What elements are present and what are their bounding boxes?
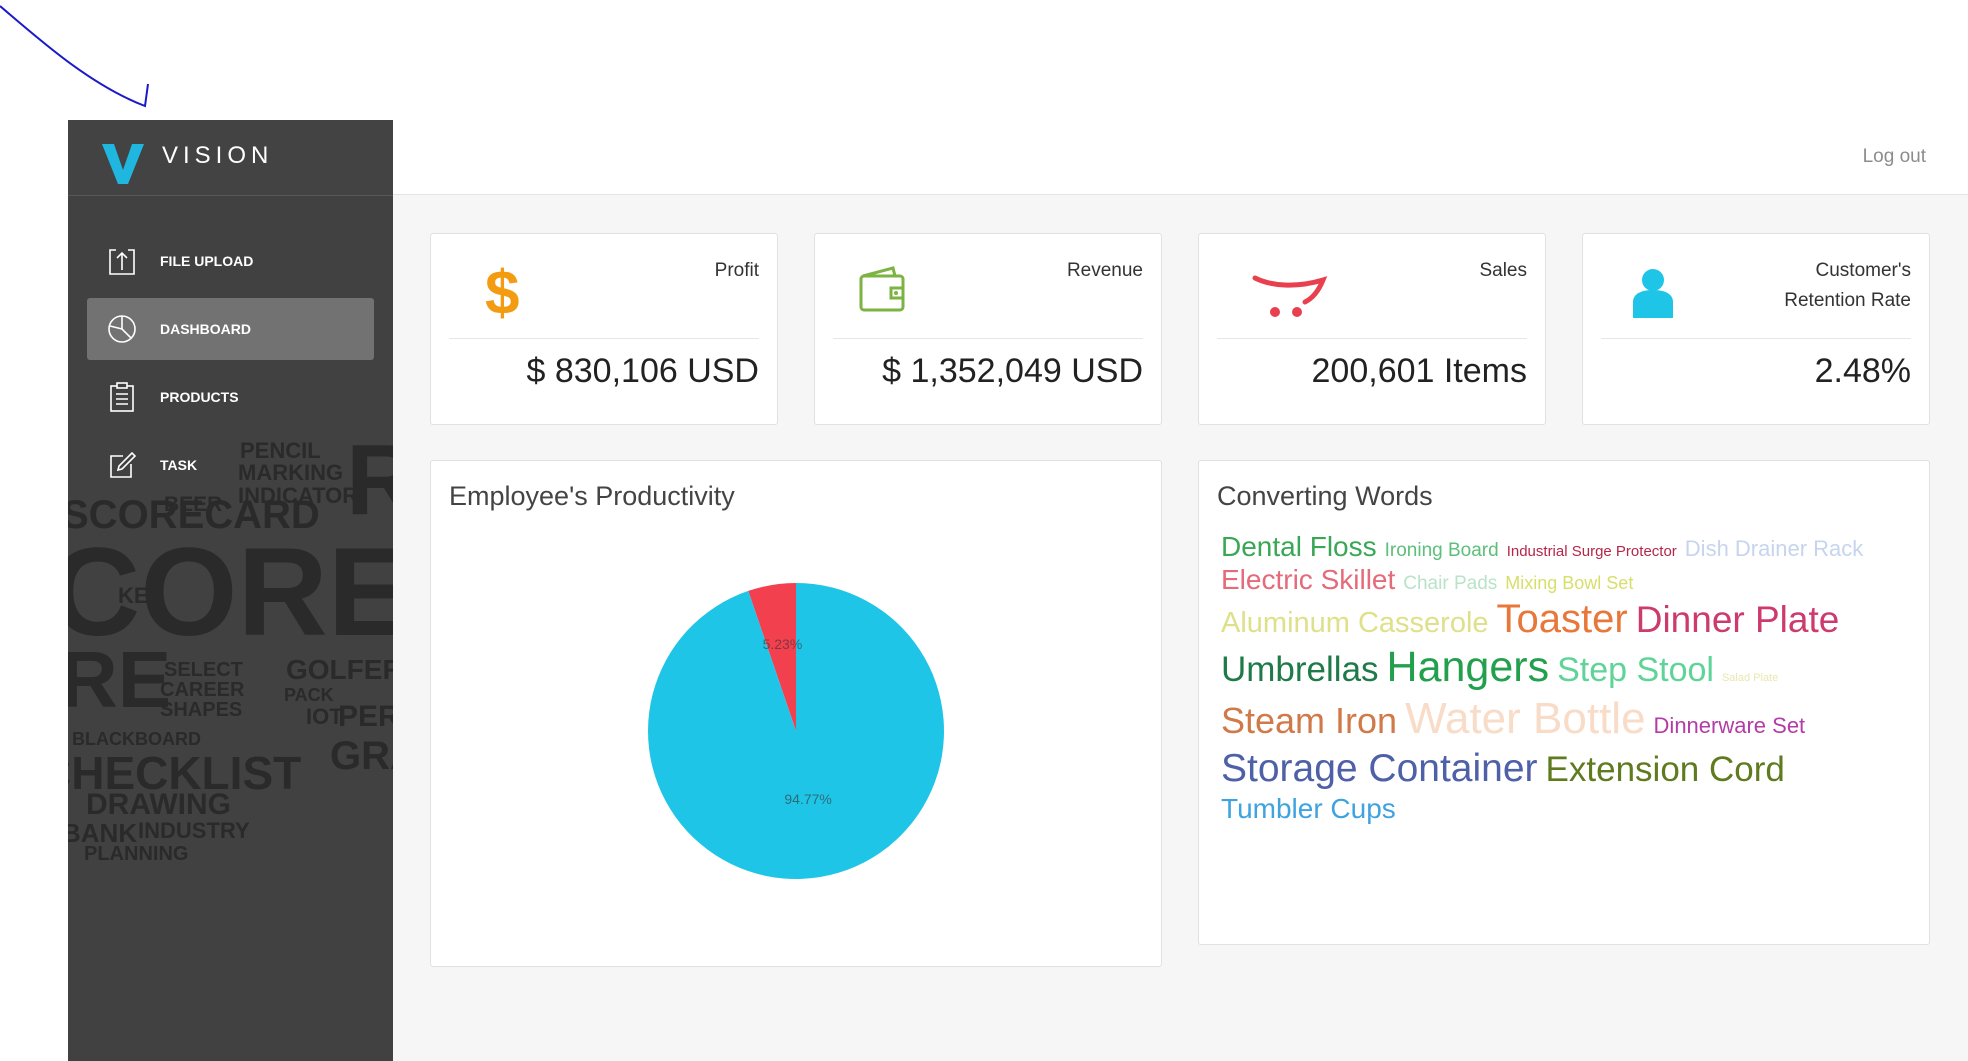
word-cloud-word: Steam Iron (1221, 700, 1398, 741)
stat-label-line: Customer's (1815, 260, 1911, 281)
stat-divider (1217, 338, 1527, 339)
stat-value: 2.48% (1814, 352, 1911, 390)
sidebar-item-file-upload[interactable]: FILE UPLOAD (87, 230, 374, 292)
sidebar-fade (68, 900, 393, 1061)
top-bar: Log out (393, 120, 1968, 195)
productivity-pie-chart: 5.23% 94.77% (648, 583, 944, 879)
stat-divider (1601, 338, 1911, 339)
word-cloud-word: Dish Drainer Rack (1684, 536, 1864, 561)
word-cloud-word: Water Bottle (1405, 694, 1646, 743)
word-cloud-word: Industrial Surge Protector (1506, 543, 1677, 560)
word-cloud-word: Hangers (1386, 643, 1550, 691)
word-cloud-row: Tumbler Cups (1221, 795, 1901, 828)
stat-value: 200,601 Items (1311, 352, 1527, 390)
word-cloud-row: Electric Skillet Chair Pads Mixing Bowl Se… (1221, 566, 1901, 599)
word-cloud-word: Ironing Board (1384, 540, 1499, 561)
sidebar-item-label: PRODUCTS (160, 389, 239, 405)
upload-icon (109, 249, 135, 275)
stat-card-profit: $ Profit $ 830,106 USD (430, 233, 778, 425)
stat-divider (449, 338, 759, 339)
stat-label: Revenue (1066, 260, 1143, 281)
sidebar-item-products[interactable]: PRODUCTS (87, 366, 374, 428)
word-cloud-word: Dinnerware Set (1653, 713, 1806, 738)
collage-word: SHAPES (160, 699, 243, 721)
collage-word: GRAD (330, 734, 393, 778)
collage-word: KEY (118, 583, 164, 608)
word-cloud-row: Umbrellas Hangers Step Stool Salad Plate (1221, 646, 1901, 697)
word-cloud-row: Steam Iron Water Bottle Dinnerware Set (1221, 697, 1901, 749)
word-cloud-word: Extension Cord (1545, 750, 1785, 789)
pie-chart-icon (108, 315, 136, 343)
collage-word: SELECT (164, 659, 243, 681)
sidebar-item-dashboard[interactable]: DASHBOARD (87, 298, 374, 360)
svg-text:$: $ (485, 262, 519, 322)
word-cloud-word: Umbrellas (1221, 650, 1379, 689)
brand-header[interactable]: VISION (68, 120, 393, 196)
collage-word: PERS (338, 700, 393, 733)
stat-label: Profit (714, 260, 759, 281)
sidebar-item-label: FILE UPLOAD (160, 253, 254, 269)
collage-word: CAREER (160, 679, 245, 701)
word-cloud: Dental Floss Ironing Board Industrial Surg… (1221, 533, 1901, 828)
sidebar-nav: FILE UPLOAD DASHBOARD PRODUCTS TASK (68, 230, 393, 502)
word-cloud-word: Tumbler Cups (1221, 793, 1396, 824)
stat-label: Sales (1479, 260, 1527, 281)
sidebar: VISION SCORECARD CORE PENCIL MARKING IND… (68, 120, 393, 1061)
word-cloud-word: Step Stool (1557, 651, 1714, 689)
stat-card-retention: Customer's Retention Rate 2.48% (1582, 233, 1930, 425)
word-cloud-word: Aluminum Casserole (1221, 607, 1489, 639)
collage-word: BLACKBOARD (72, 729, 201, 749)
sidebar-item-label: DASHBOARD (160, 321, 251, 337)
panel-title: Converting Words (1217, 481, 1433, 511)
panel-title: Employee's Productivity (449, 481, 735, 511)
logout-link[interactable]: Log out (1863, 146, 1926, 168)
wallet-icon (859, 266, 905, 312)
pen-annotation-stroke (0, 5, 149, 108)
word-cloud-word: Salad Plate (1721, 672, 1779, 684)
pie-slice-label: 94.77% (784, 791, 831, 807)
collage-word: INDUSTRY (138, 818, 250, 843)
word-cloud-word: Dental Floss (1221, 531, 1377, 562)
stat-card-revenue: Revenue $ 1,352,049 USD (814, 233, 1162, 425)
stat-label-line: Retention Rate (1784, 290, 1911, 311)
word-cloud-word: Electric Skillet (1221, 564, 1396, 595)
dollar-icon: $ (485, 262, 519, 322)
user-icon (1633, 269, 1673, 318)
cart-icon (1252, 275, 1328, 317)
word-cloud-row: Dental Floss Ironing Board Industrial Surg… (1221, 533, 1901, 566)
word-cloud-word: Mixing Bowl Set (1505, 573, 1634, 593)
stat-label: Customer's Retention Rate (1784, 256, 1911, 316)
stat-value: $ 1,352,049 USD (882, 352, 1143, 390)
collage-word: PLANNING (84, 843, 189, 865)
vision-logo-icon (102, 144, 144, 184)
brand-name: VISION (162, 142, 274, 169)
word-cloud-row: Storage Container Extension Cord (1221, 749, 1901, 795)
collage-word: DRAWING (86, 788, 231, 821)
collage-word: GOLFERS (286, 654, 393, 685)
word-cloud-row: Aluminum Casserole Toaster Dinner Plate (1221, 599, 1901, 646)
app-root: VISION SCORECARD CORE PENCIL MARKING IND… (68, 120, 1968, 1061)
sidebar-item-label: TASK (160, 457, 198, 473)
edit-icon (110, 451, 137, 478)
word-cloud-word: Chair Pads (1403, 573, 1498, 594)
pie-slice[interactable] (648, 583, 944, 879)
word-cloud-word: Toaster (1496, 597, 1628, 641)
stat-divider (833, 338, 1143, 339)
stat-card-sales: Sales 200,601 Items (1198, 233, 1546, 425)
pie-slice-label: 5.23% (763, 636, 803, 652)
word-cloud-word: Storage Container (1221, 747, 1538, 790)
word-cloud-word: Dinner Plate (1635, 599, 1840, 640)
productivity-panel: Employee's Productivity 5.23% 94.77% (430, 460, 1162, 967)
clipboard-icon (110, 382, 134, 412)
converting-words-panel: Converting Words Dental Floss Ironing Boa… (1198, 460, 1930, 945)
stat-value: $ 830,106 USD (526, 352, 760, 390)
collage-word: RE (68, 635, 172, 724)
collage-word: PACK (284, 685, 334, 705)
sidebar-item-task[interactable]: TASK (87, 434, 374, 496)
